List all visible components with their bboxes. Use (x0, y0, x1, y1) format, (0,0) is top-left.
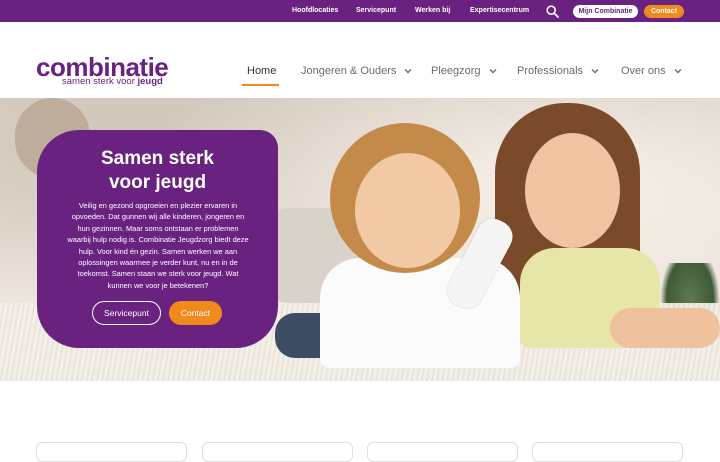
top-contact-button[interactable]: Contact (644, 5, 684, 18)
site-header: combinatie samen sterk voor jeugd Home J… (0, 22, 720, 98)
nav-item-label: Home (247, 65, 277, 77)
feature-card[interactable] (532, 442, 683, 462)
feature-card[interactable] (367, 442, 518, 462)
hero-banner: Samen sterk voor jeugd Veilig en gezond … (0, 98, 720, 381)
hero-body-text: Veilig en gezond opgroeien en plezier er… (67, 201, 249, 290)
nav-item-professionals[interactable]: Professionals (517, 65, 599, 77)
nav-item-jongeren-ouders[interactable]: Jongeren & Ouders (301, 65, 412, 77)
hero-photo-boy-face (355, 153, 460, 268)
nav-item-home[interactable]: Home (247, 65, 276, 77)
chevron-down-icon (404, 69, 412, 74)
nav-item-label: Jongeren & Ouders (301, 65, 397, 77)
nav-item-label: Over ons (621, 65, 666, 77)
active-nav-indicator (242, 84, 279, 86)
hero-title-line-1: Samen sterk (100, 148, 214, 169)
hero-title-line-2: voor jeugd (108, 172, 207, 193)
search-icon[interactable] (546, 5, 559, 18)
nav-item-label: Professionals (517, 65, 584, 77)
hero-photo-girl-arm (610, 308, 720, 348)
utility-link-expertisecentrum[interactable]: Expertisecentrum (470, 7, 529, 14)
nav-item-over-ons[interactable]: Over ons (621, 65, 682, 77)
utility-link-servicepunt[interactable]: Servicepunt (356, 7, 396, 14)
hero-photo-girl-face (525, 133, 620, 248)
hero-title: Samen sterk voor jeugd (37, 147, 278, 195)
utility-link-werken-bij[interactable]: Werken bij (415, 7, 450, 14)
hero-servicepunt-button[interactable]: Servicepunt (92, 301, 161, 325)
nav-item-label: Pleegzorg (431, 65, 481, 77)
top-utility-bar: Hoofdlocaties Servicepunt Werken bij Exp… (0, 0, 720, 22)
feature-card[interactable] (36, 442, 187, 462)
hero-contact-button[interactable]: Contact (169, 301, 222, 325)
logo-tagline: samen sterk voor jeugd (62, 76, 163, 87)
nav-item-pleegzorg[interactable]: Pleegzorg (431, 65, 497, 77)
chevron-down-icon (591, 69, 599, 74)
utility-link-hoofdlocaties[interactable]: Hoofdlocaties (292, 7, 338, 14)
chevron-down-icon (489, 69, 497, 74)
feature-card[interactable] (202, 442, 353, 462)
feature-cards-row (0, 381, 720, 462)
mijn-combinatie-button[interactable]: Mijn Combinatie (573, 5, 638, 18)
chevron-down-icon (674, 69, 682, 74)
